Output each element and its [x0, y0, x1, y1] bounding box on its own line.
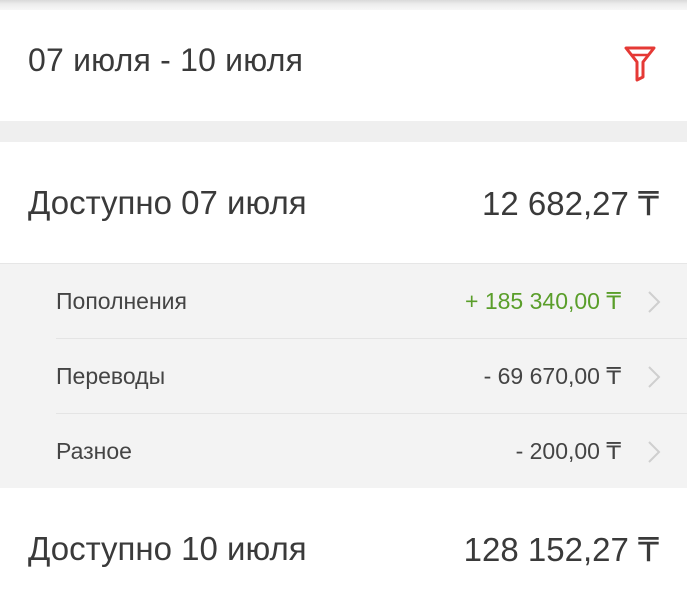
- list-item-topups[interactable]: Пополнения + 185 340,00 ₸: [0, 264, 687, 338]
- transactions-breakdown: Пополнения + 185 340,00 ₸ Переводы - 69 …: [0, 263, 687, 489]
- list-item-value: - 200,00 ₸: [515, 438, 621, 464]
- balance-end-value: 128 152,27 ₸: [463, 531, 659, 568]
- list-item-label: Пополнения: [56, 288, 187, 314]
- chevron-right-icon: [648, 366, 661, 388]
- balance-start-label: Доступно 07 июля: [28, 184, 307, 221]
- balance-end-row: Доступно 10 июля 128 152,27 ₸: [0, 488, 687, 600]
- list-item-misc[interactable]: Разное - 200,00 ₸: [0, 414, 687, 488]
- filter-icon: [624, 46, 656, 82]
- date-range[interactable]: 07 июля - 10 июля: [28, 42, 303, 79]
- chevron-right-icon: [648, 441, 661, 463]
- list-item-value: + 185 340,00 ₸: [465, 288, 621, 314]
- balance-end-label: Доступно 10 июля: [28, 530, 307, 567]
- list-item-label: Разное: [56, 438, 132, 464]
- section-divider: [0, 121, 687, 142]
- list-item-value: - 69 670,00 ₸: [483, 363, 621, 389]
- chevron-right-icon: [648, 291, 661, 313]
- list-item-transfers[interactable]: Переводы - 69 670,00 ₸: [0, 339, 687, 413]
- filter-button[interactable]: [614, 40, 666, 86]
- balance-start-value: 12 682,27 ₸: [482, 185, 659, 222]
- balance-start-row: Доступно 07 июля 12 682,27 ₸: [0, 142, 687, 262]
- list-item-label: Переводы: [56, 363, 166, 389]
- header: 07 июля - 10 июля: [0, 10, 687, 120]
